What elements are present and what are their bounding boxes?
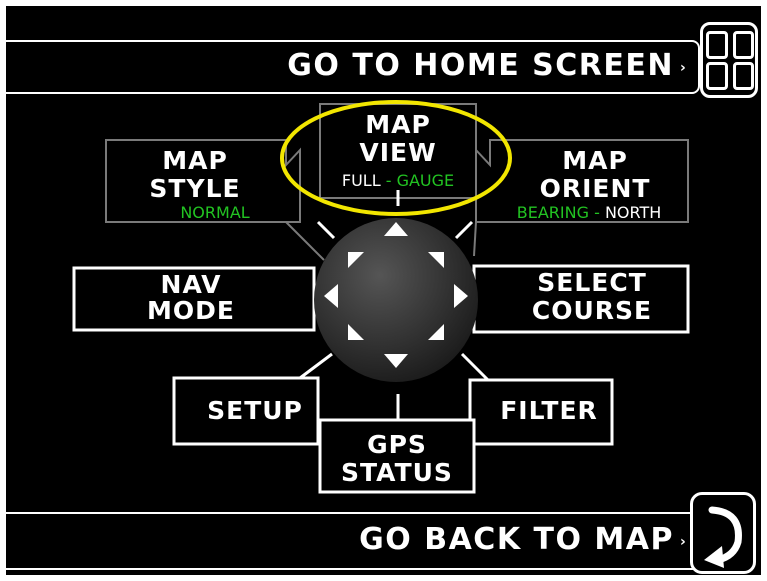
map-view-gauge: GAUGE <box>396 171 455 190</box>
return-arrow-glyph <box>704 506 742 568</box>
map-view-full: FULL <box>341 171 381 190</box>
select-course-title-2: COURSE <box>531 296 653 325</box>
select-course-title-1: SELECT <box>537 268 647 297</box>
gps-status-title-2: STATUS <box>341 458 453 487</box>
filter-label: FILTER <box>500 396 598 425</box>
nav-mode-title-2: MODE <box>147 296 235 325</box>
go-back-label: GO BACK TO MAP <box>359 522 674 557</box>
map-style-value: NORMAL <box>180 203 250 222</box>
map-view-title-1: MAP <box>365 110 431 139</box>
map-view-separator: - <box>385 171 392 190</box>
map-orient-title-2: ORIENT <box>539 174 651 203</box>
map-orient-bearing: BEARING <box>516 203 589 222</box>
map-style-title-2: STYLE <box>149 174 241 203</box>
nav-mode-title-1: NAV <box>160 270 222 299</box>
gps-status-title-1: GPS <box>367 430 427 459</box>
map-orient-title-1: MAP <box>562 146 628 175</box>
map-view-title-2: VIEW <box>359 138 437 167</box>
map-view-values: FULL - GAUGE <box>320 173 476 189</box>
chevron-right-icon: › <box>680 534 686 550</box>
map-orient-values: BEARING - NORTH <box>494 205 684 221</box>
map-orient-separator: - <box>594 203 600 222</box>
map-style-title-1: MAP <box>162 146 228 175</box>
setup-label: SETUP <box>207 396 303 425</box>
map-orient-north: NORTH <box>604 203 662 222</box>
